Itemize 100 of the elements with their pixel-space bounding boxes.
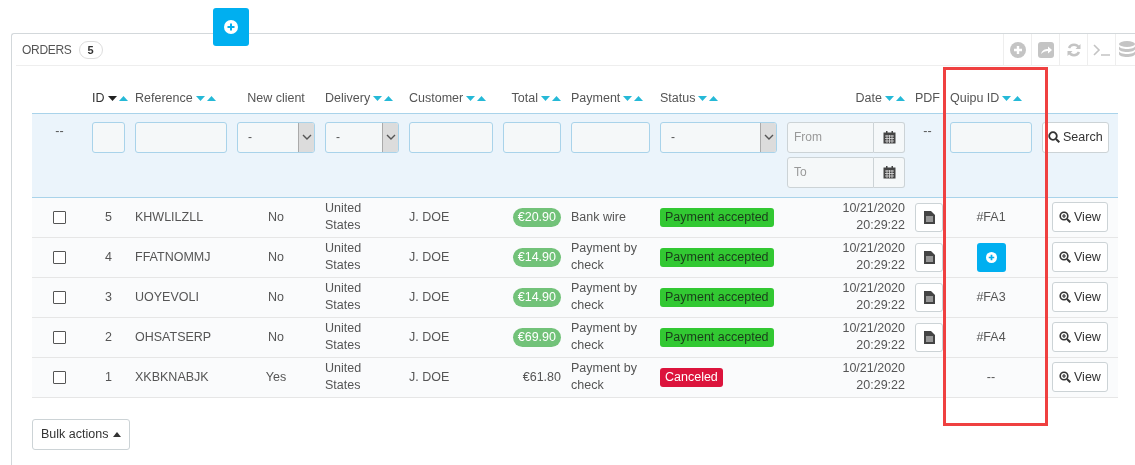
column-header[interactable]: Customer: [409, 89, 487, 109]
row-checkbox[interactable]: [53, 330, 66, 344]
table-cell: J. DOE: [409, 209, 450, 224]
table-cell: 3: [105, 289, 112, 304]
add-invoice-button[interactable]: [976, 242, 1006, 272]
table-cell: 1: [105, 369, 112, 384]
filter-input[interactable]: [571, 121, 650, 153]
column-header[interactable]: Payment: [571, 89, 644, 109]
status-badge: Payment accepted: [660, 327, 774, 347]
filter-select[interactable]: -: [325, 121, 399, 153]
table-cell-text: 10/21/2020 20:29:22: [841, 279, 905, 314]
pdf-button[interactable]: [915, 322, 943, 352]
table-cell: XKBKNABJK: [135, 369, 209, 384]
table-cell: No: [268, 209, 284, 224]
table-cell: OHSATSERP: [135, 329, 212, 344]
table-cell: J. DOE: [409, 369, 450, 384]
table-cell: 4: [105, 249, 112, 264]
empty-filter-label: --: [55, 123, 64, 138]
filter-select[interactable]: -: [237, 121, 315, 153]
table-cell: FFATNOMMJ: [135, 249, 211, 264]
table-cell: No: [268, 329, 284, 344]
table-cell: €61.80: [522, 369, 561, 384]
chevron-down-icon: [763, 134, 774, 140]
table-cell-text: Bank wire: [571, 208, 627, 226]
column-header[interactable]: Date: [855, 89, 905, 109]
filter-select[interactable]: -: [660, 121, 777, 153]
column-header[interactable]: ID: [92, 89, 128, 109]
status-badge: Payment accepted: [660, 207, 774, 227]
table-cell-text: 10/21/2020 20:29:22: [841, 199, 905, 234]
panel-title: ORDERS: [22, 41, 72, 59]
calendar-button[interactable]: [874, 121, 905, 153]
bulk-actions-button[interactable]: Bulk actions: [32, 418, 131, 450]
column-header: New client: [247, 90, 305, 108]
date-input[interactable]: To: [787, 156, 874, 188]
plus-circle-icon: [985, 251, 997, 263]
table-cell-text: United States: [325, 239, 363, 274]
row-checkbox[interactable]: [53, 250, 66, 264]
table-cell-text: United States: [325, 199, 363, 234]
pdf-button[interactable]: [915, 242, 943, 272]
row-checkbox[interactable]: [53, 210, 66, 224]
column-header[interactable]: Reference: [135, 89, 216, 109]
chevron-down-icon: [301, 134, 312, 140]
pdf-button[interactable]: [915, 202, 943, 232]
table-cell: J. DOE: [409, 289, 450, 304]
zoom-in-icon: [1059, 331, 1071, 343]
document-icon: [923, 330, 935, 344]
filter-input[interactable]: [92, 121, 125, 153]
add-icon[interactable]: [1009, 41, 1026, 58]
status-badge: Canceled: [660, 367, 723, 387]
table-cell-text: United States: [325, 279, 363, 314]
database-icon[interactable]: [1118, 40, 1135, 59]
share-icon[interactable]: [1037, 41, 1054, 58]
table-cell-text: Payment by check: [571, 239, 638, 274]
zoom-in-icon: [1059, 251, 1071, 263]
zoom-in-icon: [1059, 211, 1071, 223]
filter-input[interactable]: [503, 121, 561, 153]
table-cell: 2: [105, 329, 112, 344]
column-header: PDF: [915, 90, 940, 108]
filter-input[interactable]: [950, 121, 1032, 153]
total-badge: €14.90: [512, 247, 561, 267]
column-header[interactable]: Delivery: [325, 89, 394, 109]
table-cell-text: 10/21/2020 20:29:22: [841, 359, 905, 394]
table-cell-text: Payment by check: [571, 279, 638, 314]
zoom-in-icon: [1059, 291, 1071, 303]
column-header[interactable]: Total: [511, 89, 561, 109]
view-button[interactable]: View: [1052, 362, 1108, 392]
view-button[interactable]: View: [1052, 282, 1108, 312]
total-badge: €69.90: [512, 327, 561, 347]
calendar-button[interactable]: [874, 156, 905, 188]
date-input[interactable]: From: [787, 121, 874, 153]
table-cell: #FA4: [976, 329, 1006, 344]
filter-input[interactable]: [135, 121, 227, 153]
total-badge: €14.90: [512, 287, 561, 307]
terminal-icon[interactable]: [1092, 43, 1111, 56]
row-checkbox[interactable]: [53, 290, 66, 304]
chevron-down-icon: [385, 134, 396, 140]
column-header[interactable]: Quipu ID: [950, 89, 1023, 109]
table-cell: J. DOE: [409, 249, 450, 264]
search-button[interactable]: Search: [1042, 121, 1109, 153]
view-button[interactable]: View: [1052, 202, 1108, 232]
add-button[interactable]: [213, 8, 249, 46]
pdf-button[interactable]: [915, 282, 943, 312]
row-checkbox[interactable]: [53, 370, 66, 384]
table-cell: #FA3: [976, 289, 1006, 304]
table-cell: 5: [105, 209, 112, 224]
table-cell-text: 10/21/2020 20:29:22: [841, 239, 905, 274]
view-button[interactable]: View: [1052, 322, 1108, 352]
plus-circle-icon: [224, 20, 238, 34]
status-badge: Payment accepted: [660, 287, 774, 307]
sort-arrows-icon[interactable]: [107, 95, 128, 103]
filter-input[interactable]: [409, 121, 493, 153]
table-cell: Yes: [265, 369, 287, 384]
table-cell-text: United States: [325, 359, 363, 394]
table-cell: No: [268, 289, 284, 304]
table-cell: KHWLILZLL: [135, 209, 204, 224]
refresh-icon[interactable]: [1065, 41, 1082, 58]
column-header[interactable]: Status: [660, 89, 719, 109]
view-button[interactable]: View: [1052, 242, 1108, 272]
table-cell-text: Payment by check: [571, 359, 638, 394]
calendar-icon: [882, 130, 896, 144]
